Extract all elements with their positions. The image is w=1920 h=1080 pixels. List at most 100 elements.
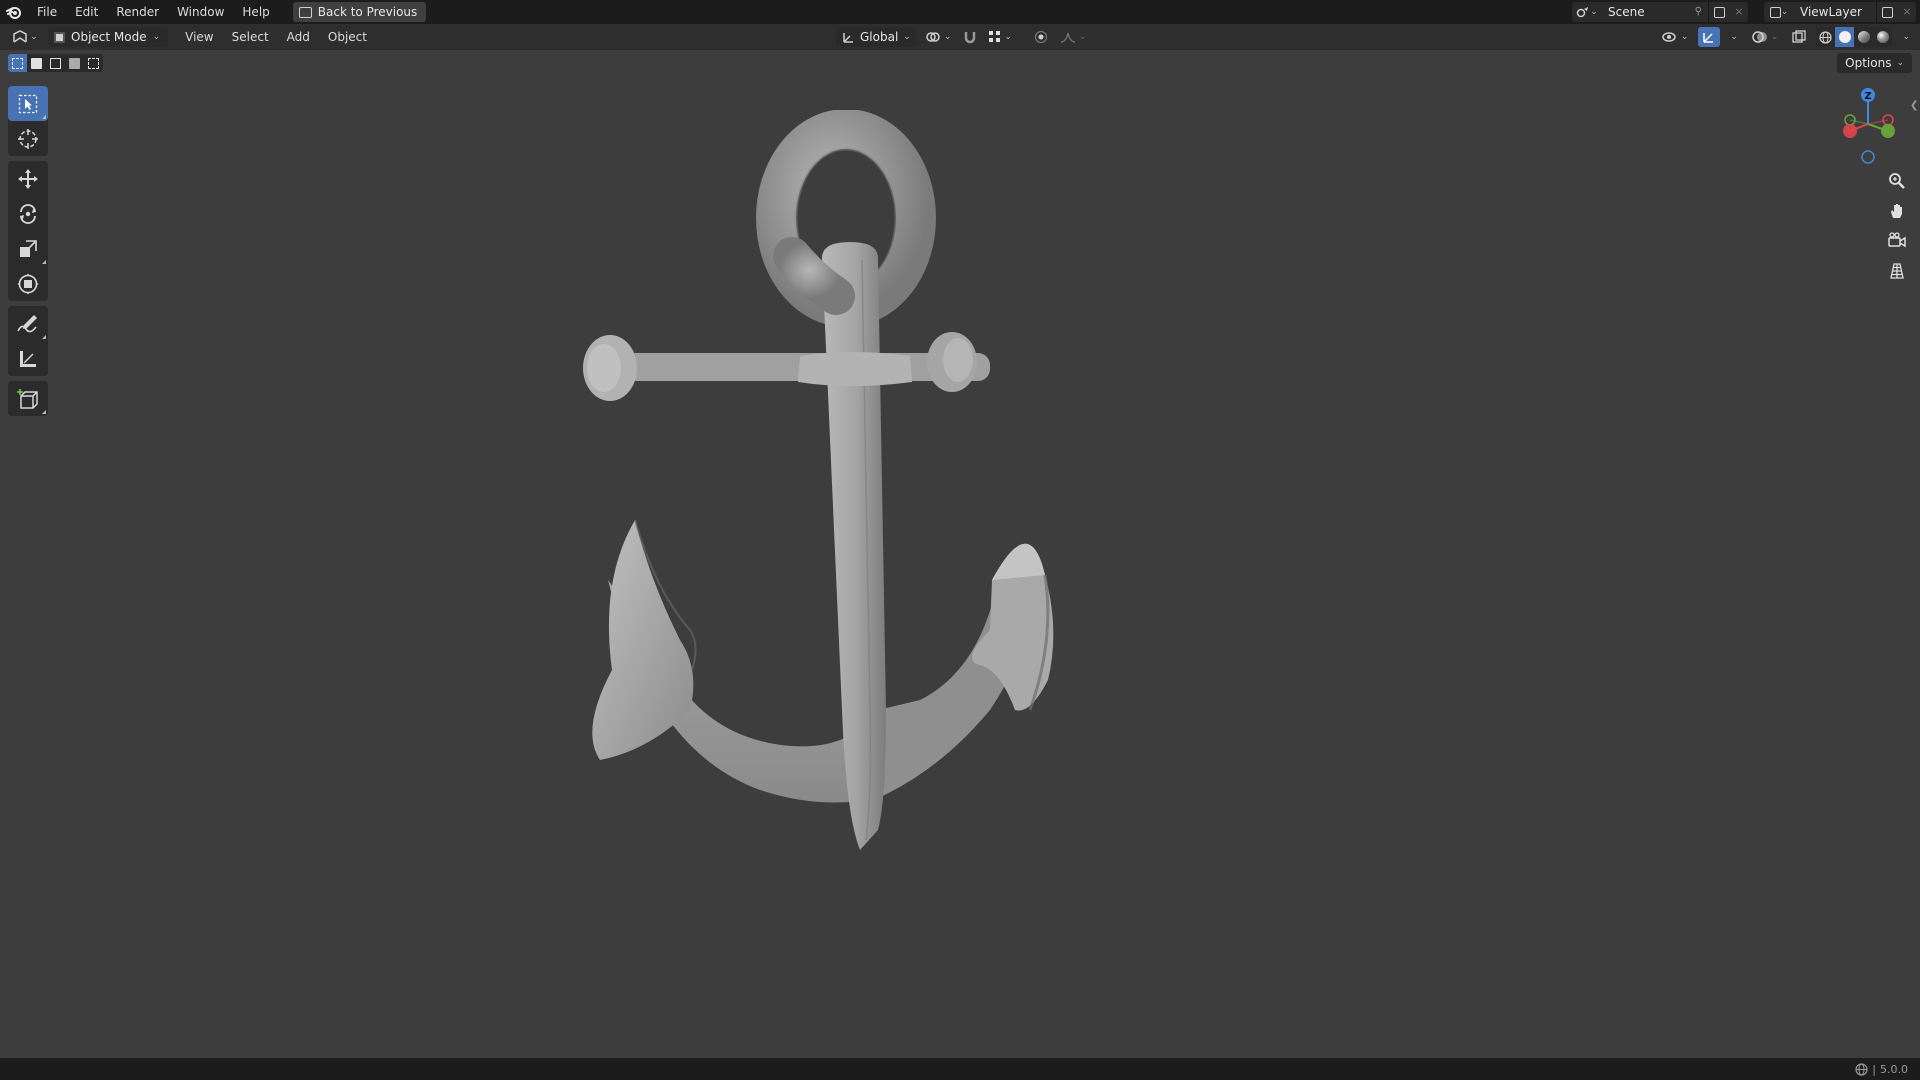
- delete-view-layer-button[interactable]: ×: [1898, 2, 1916, 22]
- snap-target-dropdown[interactable]: ⌄: [985, 27, 1016, 47]
- menu-add[interactable]: Add: [278, 24, 319, 50]
- pivot-point-dropdown[interactable]: ⌄: [921, 27, 956, 47]
- chevron-down-icon: ⌄: [903, 32, 911, 42]
- select-intersect-button[interactable]: [84, 54, 103, 72]
- select-invert-button[interactable]: [65, 54, 84, 72]
- gizmo-options-dropdown[interactable]: ⌄: [1726, 27, 1742, 47]
- select-difference-icon: [69, 57, 80, 69]
- menu-view[interactable]: View: [176, 24, 222, 50]
- gizmo-z-handle[interactable]: Z: [1861, 88, 1875, 102]
- xray-icon: [1792, 30, 1807, 43]
- gizmo-neg-z-handle[interactable]: [1861, 150, 1875, 164]
- magnifier-icon: [1889, 173, 1905, 189]
- shading-options-dropdown[interactable]: ⌄: [1898, 27, 1914, 47]
- duplicate-icon: [1714, 6, 1725, 18]
- view-layer-name-field[interactable]: ViewLayer: [1794, 2, 1876, 22]
- tool-add-cube[interactable]: [8, 381, 48, 416]
- rendered-shading-button[interactable]: [1873, 27, 1892, 47]
- solid-sphere-icon: [1838, 31, 1851, 43]
- solid-shading-button[interactable]: [1835, 27, 1855, 47]
- pan-button[interactable]: [1883, 197, 1911, 225]
- add-cube-icon: [17, 388, 38, 409]
- menu-help[interactable]: Help: [233, 0, 278, 24]
- select-extend-button[interactable]: [27, 54, 46, 72]
- duplicate-icon: [1882, 6, 1893, 18]
- menu-edit[interactable]: Edit: [66, 0, 107, 24]
- chevron-down-icon: ⌄: [152, 32, 161, 42]
- object-mode-label: Object Mode: [71, 30, 147, 44]
- menu-window[interactable]: Window: [168, 0, 233, 24]
- xray-toggle[interactable]: [1788, 27, 1810, 47]
- gizmo-y-handle[interactable]: [1881, 124, 1895, 138]
- transform-orientation-dropdown[interactable]: Global ⌄: [836, 27, 917, 47]
- new-scene-button[interactable]: [1708, 2, 1730, 22]
- chevron-down-icon: ⌄: [1896, 58, 1904, 68]
- new-view-layer-button[interactable]: [1876, 2, 1898, 22]
- snap-grid-icon: [989, 31, 1001, 42]
- pin-icon[interactable]: ⚲: [1695, 2, 1702, 22]
- pivot-icon: [926, 32, 940, 42]
- tool-rotate[interactable]: [8, 196, 48, 231]
- blender-logo-icon[interactable]: [0, 0, 28, 24]
- rotate-icon: [20, 203, 36, 224]
- overlays-toggle[interactable]: ⌄: [1748, 27, 1783, 47]
- material-preview-shading-button[interactable]: [1854, 27, 1873, 47]
- proportional-falloff-dropdown[interactable]: ⌄: [1056, 27, 1091, 47]
- viewport-editor-icon: [13, 30, 27, 43]
- orientation-label: Global: [860, 30, 899, 44]
- scene-name-field[interactable]: Scene ⚲: [1602, 2, 1708, 22]
- camera-view-button[interactable]: [1883, 227, 1911, 255]
- tool-measure[interactable]: [8, 341, 48, 376]
- grid-perspective-icon: [1890, 263, 1904, 279]
- scene-icon: [1576, 7, 1589, 18]
- perspective-toggle-button[interactable]: [1883, 257, 1911, 285]
- sidebar-toggle-arrow[interactable]: ❮: [1910, 100, 1918, 111]
- shading-mode-group: [1816, 27, 1893, 47]
- navigation-gizmo[interactable]: Z: [1830, 84, 1910, 166]
- select-new-button[interactable]: [8, 54, 27, 72]
- menu-select[interactable]: Select: [223, 24, 278, 50]
- zoom-button[interactable]: [1883, 167, 1911, 195]
- anchor-mesh[interactable]: [560, 110, 1100, 930]
- tool-transform[interactable]: [8, 266, 48, 301]
- 3d-cursor-icon: [18, 128, 38, 149]
- menu-file[interactable]: File: [28, 0, 66, 24]
- back-to-previous-button[interactable]: Back to Previous: [292, 2, 427, 22]
- wireframe-shading-button[interactable]: [1816, 27, 1835, 47]
- menu-render[interactable]: Render: [107, 0, 168, 24]
- gizmo-toggle[interactable]: [1698, 27, 1721, 47]
- view-layer-browse-button[interactable]: ⌄: [1764, 2, 1794, 22]
- scale-icon: [20, 239, 37, 257]
- scene-browse-button[interactable]: ⌄: [1572, 2, 1602, 22]
- editor-type-button[interactable]: ⌄: [8, 27, 42, 47]
- options-dropdown[interactable]: Options ⌄: [1837, 53, 1912, 73]
- view-layer-selector: ⌄ ViewLayer ×: [1764, 2, 1916, 22]
- scene-name: Scene: [1608, 5, 1645, 19]
- select-subtract-button[interactable]: [46, 54, 65, 72]
- gizmo-z-label: Z: [1864, 91, 1871, 102]
- selection-mode-group: [8, 54, 103, 72]
- object-mode-dropdown[interactable]: Object Mode ⌄: [48, 27, 169, 47]
- gizmo-x-handle[interactable]: [1843, 124, 1857, 138]
- delete-scene-button[interactable]: ×: [1730, 2, 1748, 22]
- tool-scale[interactable]: [8, 231, 48, 266]
- gizmo-icon: [1703, 33, 1714, 43]
- selectability-visibility-dropdown[interactable]: ⌄: [1658, 27, 1693, 47]
- menu-object[interactable]: Object: [319, 24, 376, 50]
- tool-variants-indicator: [42, 410, 46, 414]
- select-set-icon: [12, 57, 23, 69]
- hand-icon: [1891, 204, 1902, 218]
- tool-annotate[interactable]: [8, 306, 48, 341]
- snap-toggle[interactable]: [959, 27, 981, 47]
- rendered-sphere-icon: [1876, 31, 1889, 43]
- object-mode-icon: [54, 31, 65, 43]
- overlays-icon: [1752, 31, 1767, 43]
- tool-cursor[interactable]: [8, 121, 48, 156]
- wireframe-sphere-icon: [1819, 30, 1833, 44]
- proportional-editing-toggle[interactable]: [1030, 27, 1052, 47]
- tool-variants-indicator: [42, 260, 46, 264]
- tool-select-box[interactable]: [8, 86, 48, 121]
- options-label: Options: [1845, 56, 1892, 70]
- magnet-icon: [965, 32, 976, 44]
- tool-move[interactable]: [8, 161, 48, 196]
